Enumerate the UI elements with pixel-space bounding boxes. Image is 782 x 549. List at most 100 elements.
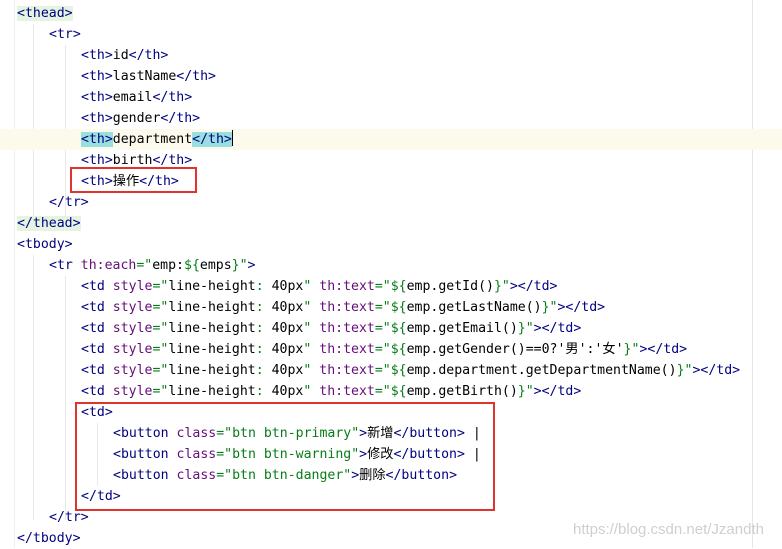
code-token: style: [112, 342, 153, 357]
code-token: }": [231, 258, 248, 273]
code-line[interactable]: <td style="line-height: 40px" th:text="$…: [0, 318, 782, 339]
code-line[interactable]: <th>lastName</th>: [0, 66, 782, 87]
code-line[interactable]: <thead>: [0, 3, 782, 24]
code-text: <td style="line-height: 40px" th:text="$…: [81, 360, 740, 381]
code-line[interactable]: <td style="line-height: 40px" th:text="$…: [0, 381, 782, 402]
code-text: <td style="line-height: 40px" th:text="$…: [81, 381, 581, 402]
code-token: department: [112, 132, 193, 147]
code-token: style: [112, 300, 153, 315]
code-token: birth: [112, 153, 153, 168]
code-token: style: [112, 321, 153, 336]
code-token: </thead>: [17, 216, 81, 231]
code-token: ${: [184, 258, 200, 273]
code-text: <tr th:each="emp:${emps}">: [49, 255, 256, 276]
code-token: <td: [81, 300, 113, 315]
code-token: ></td>: [639, 342, 688, 357]
code-token: emps: [199, 258, 232, 273]
code-line[interactable]: </tr>: [0, 192, 782, 213]
code-line[interactable]: <tr th:each="emp:${emps}">: [0, 255, 782, 276]
code-token: }": [676, 363, 693, 378]
code-text: </tbody>: [17, 528, 81, 549]
code-token: =": [374, 321, 391, 336]
code-token: ${: [390, 384, 407, 399]
code-token: lastName: [112, 69, 177, 84]
code-token: :: [255, 321, 272, 336]
code-line[interactable]: <td style="line-height: 40px" th:text="$…: [0, 276, 782, 297]
code-text: <th>lastName</th>: [81, 66, 216, 87]
code-token: <td: [81, 279, 113, 294]
code-token: <td: [81, 321, 113, 336]
code-token: ": [303, 321, 320, 336]
code-token: ${: [390, 342, 407, 357]
code-token: :: [255, 279, 272, 294]
code-line[interactable]: <th>email</th>: [0, 87, 782, 108]
code-token: :: [255, 300, 272, 315]
code-token: }": [623, 342, 640, 357]
code-token: th:text: [319, 384, 375, 399]
code-editor[interactable]: <thead> <tr> <th>id</th> <th>lastName</th> <…: [0, 0, 782, 548]
code-token: 40px: [271, 300, 304, 315]
code-token: th:text: [319, 342, 375, 357]
code-token: 40px: [271, 321, 304, 336]
code-line[interactable]: <tr>: [0, 24, 782, 45]
code-token: <tr: [49, 258, 81, 273]
code-token: :: [255, 342, 272, 357]
code-token: <th>: [81, 69, 113, 84]
code-text: <tr>: [49, 24, 81, 45]
code-token: <td: [81, 342, 113, 357]
code-token: </th>: [128, 48, 169, 63]
code-line[interactable]: <tbody>: [0, 234, 782, 255]
code-token: line-height: [168, 342, 256, 357]
code-token: :: [255, 363, 272, 378]
code-token: =": [374, 279, 391, 294]
code-line[interactable]: <td style="line-height: 40px" th:text="$…: [0, 360, 782, 381]
code-token: </th>: [192, 132, 232, 147]
code-line[interactable]: <td style="line-height: 40px" th:text="$…: [0, 297, 782, 318]
code-token: emp.getGender()==0?'男':'女': [406, 342, 624, 357]
code-token: </th>: [152, 153, 193, 168]
code-token: ${: [390, 363, 407, 378]
code-token: th:text: [319, 279, 375, 294]
code-text: <td style="line-height: 40px" th:text="$…: [81, 297, 605, 318]
code-token: ": [303, 279, 320, 294]
code-token: email: [112, 90, 153, 105]
code-token: }": [517, 321, 534, 336]
code-text: <tbody>: [17, 234, 73, 255]
code-token: </th>: [152, 90, 193, 105]
code-token: <tr>: [49, 27, 81, 42]
code-text: <th>gender</th>: [81, 108, 200, 129]
code-token: </tbody>: [17, 531, 81, 546]
code-token: =": [374, 363, 391, 378]
code-token: =": [374, 384, 391, 399]
code-token: ></td>: [509, 279, 558, 294]
code-line[interactable]: <th>id</th>: [0, 45, 782, 66]
code-text: </thead>: [17, 213, 81, 234]
code-token: ${: [390, 279, 407, 294]
code-token: ${: [390, 300, 407, 315]
code-token: <tbody>: [17, 237, 73, 252]
code-line[interactable]: <td style="line-height: 40px" th:text="$…: [0, 339, 782, 360]
code-token: ": [303, 342, 320, 357]
code-token: <th>: [81, 111, 113, 126]
code-token: =": [152, 342, 169, 357]
code-token: ></td>: [533, 384, 582, 399]
code-token: 40px: [271, 342, 304, 357]
code-token: =": [152, 300, 169, 315]
code-text: <th>id</th>: [81, 45, 168, 66]
code-token: <td: [81, 363, 113, 378]
code-token: </th>: [176, 69, 216, 84]
code-text: <th>department</th>: [81, 129, 233, 150]
code-token: >: [247, 258, 256, 273]
code-token: ></td>: [533, 321, 582, 336]
code-token: style: [112, 363, 153, 378]
text-caret: [231, 130, 233, 146]
code-text: <thead>: [17, 3, 73, 24]
code-line[interactable]: <th>department</th>: [0, 129, 782, 150]
code-token: ": [303, 300, 320, 315]
code-token: emp.getId(): [406, 279, 494, 294]
code-line[interactable]: </thead>: [0, 213, 782, 234]
code-token: line-height: [168, 384, 256, 399]
code-line[interactable]: <th>gender</th>: [0, 108, 782, 129]
code-token: }": [517, 384, 534, 399]
code-token: line-height: [168, 321, 256, 336]
